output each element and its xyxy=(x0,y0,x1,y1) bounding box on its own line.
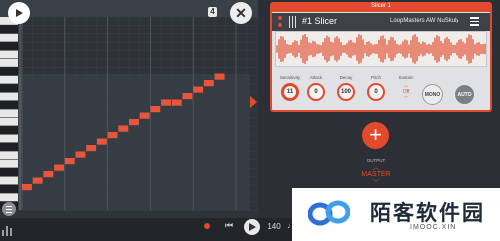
channel-rack-area: Slicer 1 #1 Slicer LoopMasters AW NuSkul… xyxy=(258,0,500,218)
knob-label: Decay xyxy=(339,75,353,80)
chevron-down-icon[interactable]: ﹀ xyxy=(360,178,392,188)
slicer-channel-panel: Slicer 1 #1 Slicer LoopMasters AW NuSkul… xyxy=(270,2,492,112)
skip-back-icon[interactable]: ⏮ xyxy=(224,221,234,230)
note xyxy=(107,132,118,139)
preset-next-icon[interactable]: › xyxy=(456,16,459,25)
close-roll-button[interactable]: ✕ xyxy=(230,2,252,24)
note xyxy=(214,73,225,80)
piano-key xyxy=(0,67,18,76)
pitch-control: Pitch 0 xyxy=(362,74,390,101)
play-icon xyxy=(16,9,23,17)
sustain-selector[interactable]: ︿ Off ﹀ xyxy=(392,83,420,102)
note xyxy=(161,99,171,106)
note xyxy=(129,119,139,126)
fl-studio-mobile-app: 4 ✕ Slicer 1 #1 Slicer LoopMasters AW Nu… xyxy=(0,0,500,241)
watermark-title: 陌客软件园 xyxy=(370,201,485,225)
play-button[interactable] xyxy=(244,219,260,235)
piano-key xyxy=(0,109,18,118)
attack-knob[interactable]: 0 xyxy=(307,83,325,101)
decay-control: Decay 100 xyxy=(332,74,360,101)
piano-roll[interactable]: 4 ✕ xyxy=(0,0,258,218)
ruler-marker[interactable]: 4 xyxy=(208,7,217,17)
knob-label: Sustain xyxy=(398,75,414,80)
note xyxy=(182,93,193,100)
slicer-header: #1 Slicer LoopMasters AW NuSkul › xyxy=(272,13,490,31)
waveform-graphic xyxy=(276,34,486,64)
note xyxy=(139,112,150,119)
note xyxy=(54,164,64,171)
watermark: 陌客软件园 IMOOC.XIN xyxy=(292,188,500,241)
note xyxy=(171,99,182,106)
piano-key xyxy=(0,176,18,185)
attack-control: Attack 0 xyxy=(302,74,330,101)
waveform-display[interactable] xyxy=(275,31,487,67)
timeline-ruler xyxy=(0,0,258,17)
collapse-arrow-icon[interactable] xyxy=(250,96,257,108)
channel-name[interactable]: #1 Slicer xyxy=(302,16,337,26)
piano-key xyxy=(0,50,18,59)
piano-key xyxy=(0,168,18,176)
piano-key xyxy=(0,84,18,92)
knob-label: Pitch xyxy=(370,75,381,80)
slicer-titlebar[interactable]: Slicer 1 xyxy=(272,3,490,12)
piano-key xyxy=(0,185,18,193)
piano-key xyxy=(0,134,18,143)
note xyxy=(193,86,204,93)
auto-button[interactable]: AUTO xyxy=(454,84,475,105)
piano-roll-canvas[interactable] xyxy=(0,0,258,218)
drag-grip-icon[interactable] xyxy=(289,16,297,28)
channel-led-icon xyxy=(278,16,282,20)
tempo-display[interactable]: 140 xyxy=(264,222,284,231)
piano-key xyxy=(0,33,18,42)
chevron-up-icon: ︿ xyxy=(403,83,409,89)
piano-key xyxy=(0,151,18,160)
record-button[interactable] xyxy=(204,223,210,229)
level-meter-icon xyxy=(2,224,16,236)
note xyxy=(86,145,97,152)
note xyxy=(203,80,214,87)
sensitivity-knob[interactable]: 11 xyxy=(281,83,299,101)
preset-name[interactable]: LoopMasters AW NuSkul xyxy=(390,18,456,24)
note xyxy=(118,125,129,132)
note xyxy=(64,158,75,165)
piano-key xyxy=(0,117,18,126)
knob-label: Sensitivity xyxy=(279,75,301,80)
piano-key xyxy=(0,159,18,168)
piano-key xyxy=(0,92,18,101)
piano-key xyxy=(0,126,18,134)
piano-key xyxy=(0,75,18,84)
piano-key xyxy=(0,59,18,67)
add-channel-button[interactable]: + xyxy=(362,122,389,149)
sensitivity-control: Sensitivity 11 xyxy=(276,74,304,101)
piano-key xyxy=(0,143,18,151)
mono-button[interactable]: MONO xyxy=(422,84,443,105)
piano-key xyxy=(0,193,18,202)
output-target[interactable]: MASTER xyxy=(356,171,396,178)
decay-knob[interactable]: 100 xyxy=(337,83,355,101)
sustain-control: Sustain ︿ Off ﹀ xyxy=(392,74,420,102)
note xyxy=(43,171,54,178)
note xyxy=(96,138,107,145)
knob-label: Attack xyxy=(309,75,323,80)
note xyxy=(150,106,161,113)
roll-play-button[interactable] xyxy=(8,2,30,24)
piano-key xyxy=(0,25,18,34)
piano-key xyxy=(0,42,18,50)
watermark-logo xyxy=(308,200,350,226)
piano-key xyxy=(0,101,18,109)
watermark-subtitle: IMOOC.XIN xyxy=(410,224,457,231)
chevron-down-icon: ﹀ xyxy=(403,96,409,102)
note xyxy=(75,151,86,158)
note xyxy=(22,184,32,191)
slicer-window-title: Slicer 1 xyxy=(370,3,391,9)
play-icon xyxy=(249,223,256,231)
panel-menu-icon[interactable] xyxy=(470,17,479,26)
note xyxy=(32,177,43,184)
pitch-knob[interactable]: 0 xyxy=(367,83,385,101)
loop-region xyxy=(18,74,250,210)
close-icon: ✕ xyxy=(235,5,247,21)
channel-led-icon xyxy=(278,23,282,27)
roll-menu-button[interactable] xyxy=(2,202,16,216)
